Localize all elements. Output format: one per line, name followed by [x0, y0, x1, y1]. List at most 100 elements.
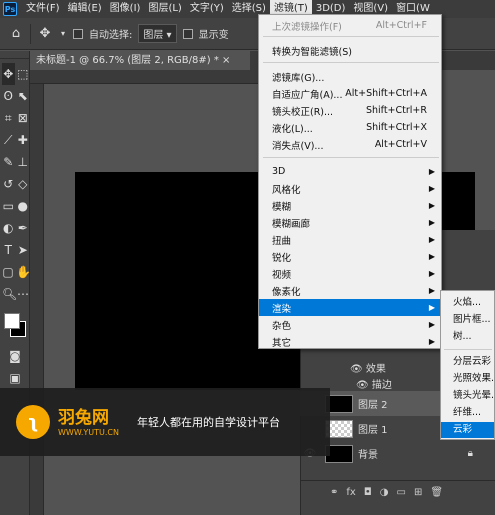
marquee-tool-icon[interactable]: ⬚	[17, 63, 30, 85]
zoom-tool-icon[interactable]: 🔍︎	[2, 283, 17, 305]
menu-item-blur[interactable]: 模糊 ▶	[259, 197, 441, 214]
document-tab[interactable]: 未标题-1 @ 66.7% (图层 2, RGB/8#) * ×	[30, 51, 250, 70]
move-tool-icon[interactable]: ✥	[37, 26, 53, 42]
auto-select-label: 自动选择:	[89, 30, 133, 41]
history-brush-icon[interactable]: ↺	[2, 173, 15, 195]
foreground-color-swatch[interactable]	[4, 313, 20, 329]
more-tools-icon[interactable]: ⋯	[17, 283, 29, 305]
pen-tool-icon[interactable]: ✒	[17, 217, 30, 239]
menu-item-filter-gallery[interactable]: 滤镜库(G)...	[259, 68, 441, 85]
menu-item-convert-smart-filter[interactable]: 转换为智能滤镜(S)	[259, 42, 441, 59]
menu-item-lens-correction[interactable]: 镜头校正(R)... Shift+Ctrl+R	[259, 102, 441, 119]
filter-menu: 上次滤镜操作(F) Alt+Ctrl+F 转换为智能滤镜(S) 滤镜库(G)...…	[258, 14, 442, 349]
menu-item-render[interactable]: 渲染 ▶	[259, 299, 441, 316]
brand-block: 羽兔网 WWW.YUTU.CN	[58, 408, 119, 437]
chevron-right-icon: ▶	[428, 201, 435, 210]
folder-icon[interactable]: ▭	[397, 487, 406, 498]
shape-tool-icon[interactable]: ▢	[2, 261, 14, 283]
chevron-right-icon: ▶	[428, 184, 435, 193]
submenu-item-fibers[interactable]: 纤维...	[441, 405, 494, 421]
layer-name: 图层 1	[358, 425, 388, 436]
brand-slogan: 年轻人都在用的自学设计平台	[136, 416, 280, 429]
trash-icon[interactable]: 🗑︎	[430, 487, 443, 498]
menu-item-other[interactable]: 其它 ▶	[259, 333, 441, 350]
dodge-tool-icon[interactable]: ◐	[2, 217, 15, 239]
submenu-item-flame[interactable]: 火焰...	[441, 295, 494, 311]
chevron-right-icon: ▶	[428, 218, 435, 227]
gradient-tool-icon[interactable]: ▭	[2, 195, 15, 217]
submenu-item-clouds[interactable]: 云彩	[441, 422, 494, 438]
chevron-right-icon: ▶	[428, 303, 435, 312]
layer-name: 背景	[358, 450, 378, 461]
eye-icon[interactable]: 👁︎	[350, 364, 363, 375]
menu-item-stylize[interactable]: 风格化 ▶	[259, 180, 441, 197]
chevron-right-icon: ▶	[428, 167, 435, 176]
menu-item-distort[interactable]: 扭曲 ▶	[259, 231, 441, 248]
screen-mode-icon[interactable]: ▣	[2, 367, 28, 389]
auto-select-dropdown[interactable]: 图层 ▾	[138, 24, 177, 43]
show-transform-checkbox[interactable]	[182, 28, 193, 39]
eye-icon[interactable]: 👁︎	[356, 380, 369, 391]
new-layer-icon[interactable]: ⊞	[414, 487, 422, 498]
chevron-right-icon: ▶	[428, 235, 435, 244]
path-select-icon[interactable]: ➤	[17, 239, 30, 261]
healing-brush-icon[interactable]: ✚	[17, 129, 30, 151]
quick-select-icon[interactable]: ⬉	[17, 85, 30, 107]
menu-separator	[263, 157, 439, 158]
chevron-right-icon: ▶	[428, 269, 435, 278]
effects-label: 👁︎ 效果	[350, 364, 386, 375]
submenu-item-lighting-effects[interactable]: 光照效果...	[441, 371, 494, 387]
home-icon[interactable]: ⌂	[8, 26, 24, 42]
color-swatches	[0, 305, 29, 345]
fx-icon[interactable]: fx	[346, 487, 355, 498]
crop-tool-icon[interactable]: ⌗	[2, 107, 15, 129]
menu-type[interactable]: 文字(Y)	[186, 0, 228, 18]
menu-layer[interactable]: 图层(L)	[144, 0, 185, 18]
quick-mask-icon[interactable]: ◙	[2, 345, 28, 367]
menu-item-noise[interactable]: 杂色 ▶	[259, 316, 441, 333]
menu-edit[interactable]: 编辑(E)	[64, 0, 106, 18]
submenu-item-picture-frame[interactable]: 图片框...	[441, 312, 494, 328]
brush-tool-icon[interactable]: ✎	[2, 151, 15, 173]
stroke-effect-label: 👁︎ 描边	[356, 380, 392, 391]
blur-tool-icon[interactable]: ●	[17, 195, 30, 217]
menu-item-sharpen[interactable]: 锐化 ▶	[259, 248, 441, 265]
menu-item-last-filter: 上次滤镜操作(F) Alt+Ctrl+F	[272, 20, 427, 33]
menu-item-pixelate[interactable]: 像素化 ▶	[259, 282, 441, 299]
chevron-right-icon: ▶	[428, 320, 435, 329]
chevron-right-icon: ▶	[428, 252, 435, 261]
type-tool-icon[interactable]: T	[2, 239, 15, 261]
menu-item-vanishing-point[interactable]: 消失点(V)... Alt+Ctrl+V	[259, 136, 441, 153]
adjustment-layer-icon[interactable]: ◑	[380, 487, 389, 498]
menu-separator	[263, 36, 439, 37]
layers-panel-footer: ⚭ fx ◘ ◑ ▭ ⊞ 🗑︎	[300, 480, 495, 504]
eraser-icon[interactable]: ◇	[17, 173, 30, 195]
menu-item-video[interactable]: 视频 ▶	[259, 265, 441, 282]
menu-item-blur-gallery[interactable]: 模糊画廊 ▶	[259, 214, 441, 231]
photoshop-logo-icon: Ps	[3, 2, 17, 16]
stamp-tool-icon[interactable]: ⊥	[17, 151, 30, 173]
link-layers-icon[interactable]: ⚭	[330, 487, 338, 498]
rabbit-logo-icon: ʅ	[16, 405, 50, 439]
menu-item-liquify[interactable]: 液化(L)... Shift+Ctrl+X	[259, 119, 441, 136]
chevron-right-icon: ▶	[428, 337, 435, 346]
move-tool-icon[interactable]: ✥	[2, 63, 15, 85]
menu-image[interactable]: 图像(I)	[106, 0, 145, 18]
add-mask-icon[interactable]: ◘	[364, 487, 372, 498]
menu-item-3d[interactable]: 3D ▶	[259, 163, 441, 180]
lasso-tool-icon[interactable]: ʘ	[2, 85, 15, 107]
chevron-down-icon[interactable]: ▾	[59, 26, 67, 42]
frame-tool-icon[interactable]: ⊠	[17, 107, 30, 129]
auto-select-checkbox[interactable]	[73, 28, 83, 39]
submenu-item-lens-flare[interactable]: 镜头光晕...	[441, 388, 494, 404]
watermark-banner: ʅ 羽兔网 WWW.YUTU.CN 年轻人都在用的自学设计平台	[0, 388, 330, 456]
menu-file[interactable]: 文件(F)	[22, 0, 64, 18]
menu-item-adaptive-wide-angle[interactable]: 自适应广角(A)... Alt+Shift+Ctrl+A	[259, 85, 441, 102]
lock-icon: 🔒︎	[467, 448, 473, 459]
submenu-item-tree[interactable]: 树...	[441, 329, 494, 345]
submenu-item-difference-clouds[interactable]: 分层云彩	[441, 354, 494, 370]
eyedropper-icon[interactable]: ⟋	[2, 129, 15, 151]
toolbar-grip[interactable]	[0, 51, 29, 59]
hand-tool-icon[interactable]: ✋	[16, 261, 31, 283]
divider	[30, 23, 31, 44]
